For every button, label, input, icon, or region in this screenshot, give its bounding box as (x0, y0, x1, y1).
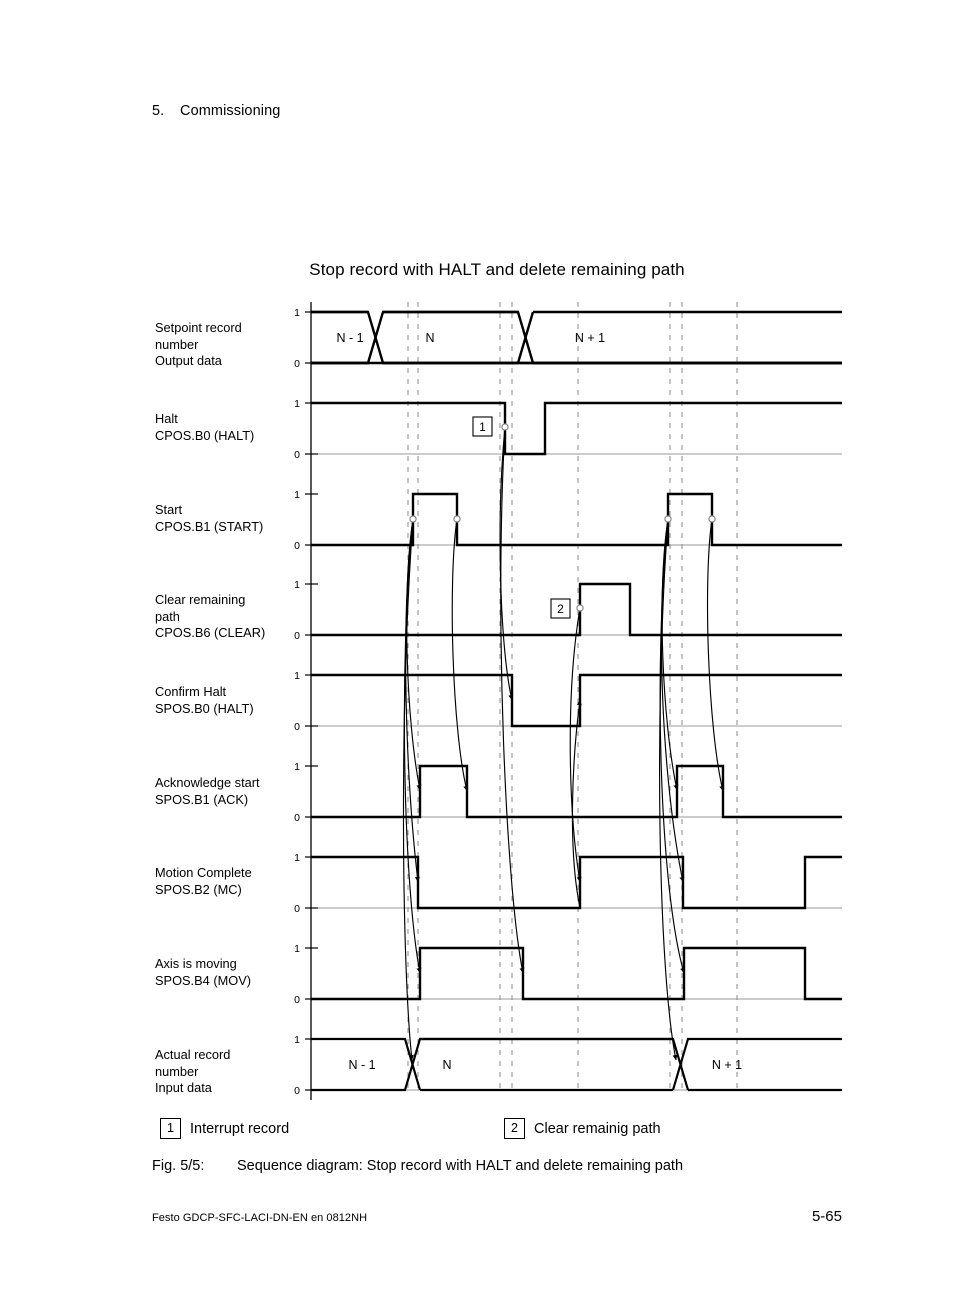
tick-high: 1 (294, 579, 300, 591)
tick-high: 1 (294, 1034, 300, 1046)
bus-segment-label: N (425, 331, 434, 345)
marker-2-label: 2 (557, 602, 564, 616)
bus-segment-label: N + 1 (575, 331, 605, 345)
bus-segment-label: N - 1 (336, 331, 363, 345)
figure-legend: 1 Interrupt record 2 Clear remainig path (152, 1118, 852, 1146)
marker-2: 2 (550, 598, 571, 619)
chapter-number: 5. (152, 103, 165, 119)
tick-low: 0 (294, 630, 300, 642)
document-page: 5. Commissioning Stop record with HALT an… (0, 0, 954, 1306)
bus-segment-label: N - 1 (348, 1058, 375, 1072)
waveform-motion-complete (311, 855, 842, 910)
arrow-origin-dots (409, 423, 716, 612)
legend-text-1: Interrupt record (190, 1120, 290, 1137)
figure-caption-text: Sequence diagram: Stop record with HALT … (237, 1158, 684, 1174)
chapter-heading: 5. Commissioning (152, 103, 280, 119)
waveform-confirm-halt (311, 673, 842, 728)
level-tick-labels: 1 0 1 0 1 0 1 0 1 0 1 0 1 0 1 0 1 0 (294, 307, 300, 1097)
waveform-actual-record-number (311, 1037, 842, 1092)
legend-marker-1: 1 (160, 1118, 181, 1139)
tick-high: 1 (294, 398, 300, 410)
tick-high: 1 (294, 307, 300, 319)
legend-item-2: 2 Clear remainig path (504, 1118, 661, 1139)
figure-title: Stop record with HALT and delete remaini… (309, 260, 685, 279)
tick-low: 0 (294, 903, 300, 915)
timing-diagram: 1 0 1 0 1 0 1 0 1 0 1 0 1 0 1 0 1 0 N - … (0, 290, 954, 1120)
marker-1-label: 1 (479, 420, 486, 434)
tick-high: 1 (294, 943, 300, 955)
tick-low: 0 (294, 449, 300, 461)
tick-low: 0 (294, 812, 300, 824)
tick-high: 1 (294, 489, 300, 501)
figure-caption: Fig. 5/5: Sequence diagram: Stop record … (152, 1158, 683, 1174)
tick-low: 0 (294, 994, 300, 1006)
tick-low: 0 (294, 540, 300, 552)
tick-low: 0 (294, 721, 300, 733)
event-gridlines (407, 302, 738, 1090)
figure-caption-label: Fig. 5/5: (152, 1158, 205, 1174)
marker-1: 1 (472, 416, 493, 437)
waveform-start (311, 492, 842, 547)
causality-arrows (402, 426, 725, 1061)
footer-page-number: 5-65 (811, 1208, 842, 1225)
legend-text-2: Clear remainig path (534, 1120, 661, 1137)
chapter-title: Commissioning (180, 103, 281, 119)
footer-document-id: Festo GDCP-SFC-LACI-DN-EN en 0812NH (152, 1212, 368, 1224)
tick-high: 1 (294, 670, 300, 682)
bus-segment-label: N (442, 1058, 451, 1072)
tick-high: 1 (294, 761, 300, 773)
tick-low: 0 (294, 358, 300, 370)
legend-marker-2: 2 (504, 1118, 525, 1139)
waveform-axis-is-moving (311, 946, 842, 1001)
waveform-halt (311, 401, 842, 456)
bus-segment-label: N + 1 (712, 1058, 742, 1072)
tick-low: 0 (294, 1085, 300, 1097)
page-footer: Festo GDCP-SFC-LACI-DN-EN en 0812NH 5-65 (152, 1208, 842, 1225)
waveform-acknowledge-start (311, 764, 842, 819)
tick-high: 1 (294, 852, 300, 864)
legend-item-1: 1 Interrupt record (160, 1118, 289, 1139)
